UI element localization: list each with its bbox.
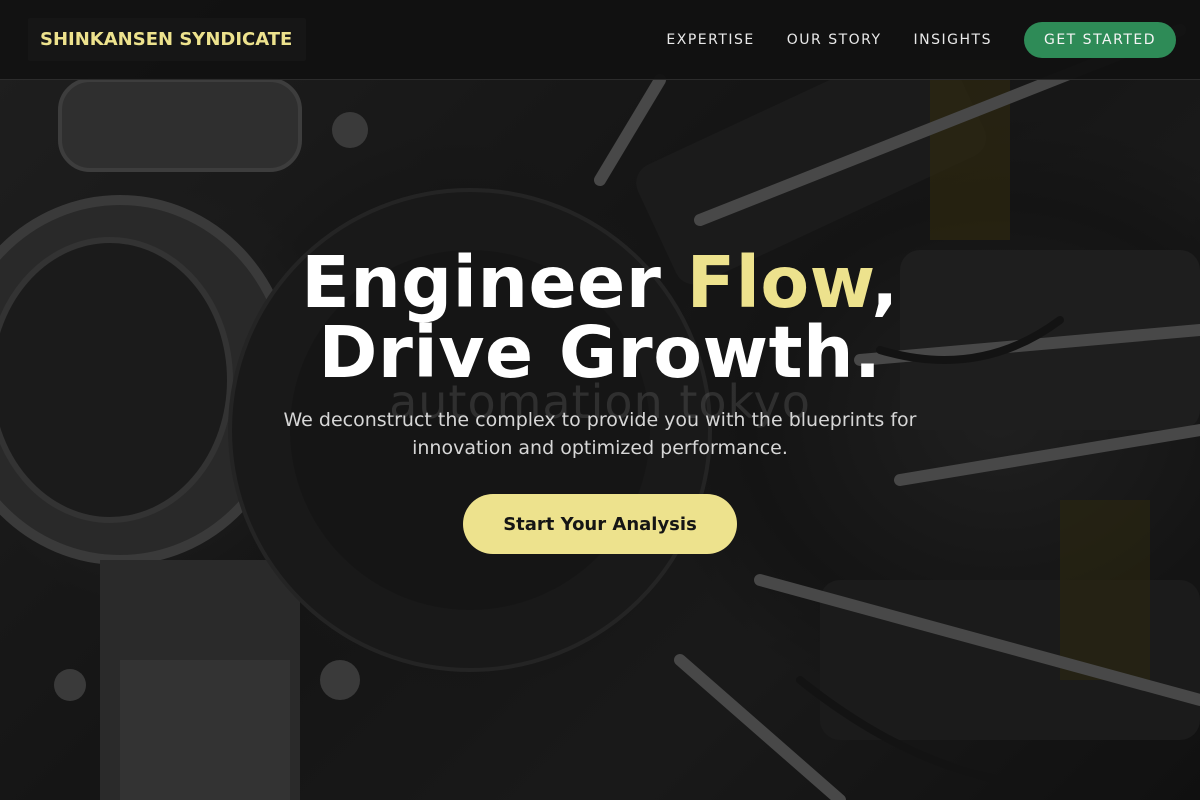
nav-link-our-story[interactable]: OUR STORY [787,32,882,48]
logo-container[interactable]: SHINKANSEN SYNDICATE [28,18,307,61]
site-logo[interactable]: SHINKANSEN SYNDICATE [40,29,292,50]
nav-link-expertise[interactable]: EXPERTISE [666,32,754,48]
hero-subtitle: We deconstruct the complex to provide yo… [283,409,917,459]
hero-section: automation tokyo Engineer Flow, Drive Gr… [0,80,1200,800]
nav-link-insights[interactable]: INSIGHTS [914,32,992,48]
hero-headline: Engineer Flow, Drive Growth. [0,247,1200,388]
headline-line2: Drive Growth. [318,311,882,394]
get-started-button[interactable]: GET STARTED [1023,21,1176,58]
landing-page: SHINKANSEN SYNDICATE EXPERTISE OUR STORY… [0,0,1200,800]
start-analysis-button[interactable]: Start Your Analysis [463,494,737,554]
site-header: SHINKANSEN SYNDICATE EXPERTISE OUR STORY… [0,0,1200,80]
main-nav: EXPERTISE OUR STORY INSIGHTS GET STARTED [666,21,1176,58]
